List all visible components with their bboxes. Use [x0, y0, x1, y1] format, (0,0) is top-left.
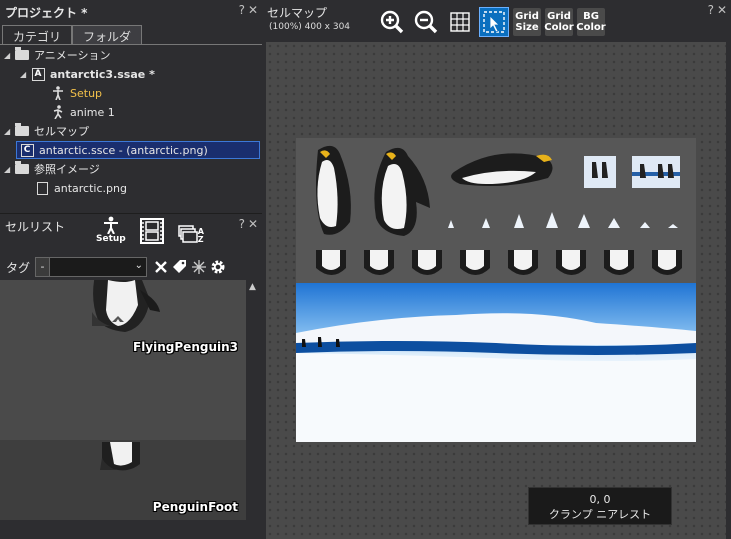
filmstrip-button[interactable] [139, 218, 164, 244]
cell-item[interactable]: FlyingPenguin3 [0, 280, 246, 360]
folder-icon [15, 161, 29, 174]
cell-map-title: セルマップ [267, 6, 328, 20]
cell-item[interactable] [0, 360, 246, 440]
grid-color-button[interactable]: Grid Color [544, 8, 574, 36]
help-icon[interactable]: ? [239, 3, 245, 17]
help-icon[interactable]: ? [708, 3, 714, 17]
grid-icon [450, 12, 470, 32]
anime-figure-icon [50, 105, 66, 119]
status-readout: 0, 0 クランプ ニアレスト [528, 487, 672, 525]
cellmap-file-icon: C [20, 143, 34, 157]
folder-icon [15, 47, 29, 60]
sort-az-button[interactable]: A Z [178, 224, 204, 244]
project-tabs: カテゴリ フォルダ [2, 25, 143, 44]
cell-map-toolbar: Grid Size Grid Color BG Color [377, 7, 606, 37]
tree-item-ssae-file[interactable]: ◢ A antarctic3.ssae * [20, 65, 155, 83]
zoom-out-button[interactable] [411, 7, 441, 37]
gear-icon[interactable] [210, 259, 226, 275]
zoom-in-icon [380, 10, 404, 34]
cell-map-panel: セルマップ ? ✕ (100%) 400 x 304 Grid Size Gri… [262, 0, 731, 539]
zoom-in-button[interactable] [377, 7, 407, 37]
cell-map-canvas[interactable]: 0, 0 クランプ ニアレスト [266, 42, 726, 539]
setup-figure-icon [50, 86, 66, 100]
bg-color-button[interactable]: BG Color [576, 8, 606, 36]
tag-label: タグ [6, 260, 31, 275]
tree-item-setup[interactable]: Setup [50, 84, 102, 102]
close-icon[interactable]: ✕ [248, 217, 258, 231]
filmstrip-icon [139, 218, 164, 244]
animation-file-icon: A [31, 67, 45, 81]
tab-category[interactable]: カテゴリ [2, 25, 73, 44]
grid-toggle-button[interactable] [445, 7, 475, 37]
tree-item-cellmap-folder[interactable]: ◢ セルマップ [4, 122, 89, 140]
setup-button[interactable]: Setup [96, 216, 126, 244]
status-filter-mode: クランプ ニアレスト [548, 508, 652, 521]
help-icon[interactable]: ? [239, 217, 245, 231]
tree-item-png-file[interactable]: antarctic.png [34, 179, 127, 197]
folder-icon [15, 123, 29, 136]
tag-select[interactable]: - ⌄ [35, 257, 148, 277]
tree-item-reference-folder[interactable]: ◢ 参照イメージ [4, 160, 100, 178]
close-icon[interactable]: ✕ [717, 3, 727, 17]
select-cell-button[interactable] [479, 7, 509, 37]
zoom-out-icon [414, 10, 438, 34]
sparkle-icon[interactable] [191, 259, 207, 275]
tag-select-value: - [36, 258, 51, 276]
penguin-sprites [316, 145, 682, 275]
setup-figure-icon [103, 216, 118, 234]
project-panel-header: プロジェクト * ? ✕ [0, 0, 262, 22]
select-cursor-icon [483, 11, 505, 33]
tag-icon[interactable] [172, 259, 188, 275]
project-panel: プロジェクト * ? ✕ カテゴリ フォルダ ◢ アニメーション ◢ A anta… [0, 0, 262, 213]
cell-list-title: セルリスト [5, 220, 66, 234]
clear-tag-icon[interactable] [153, 259, 169, 275]
cell-name: PenguinFoot [152, 500, 238, 514]
cell-name: FlyingPenguin3 [133, 340, 238, 354]
cell-item[interactable]: PenguinFoot [0, 440, 246, 520]
cell-list-panel: セルリスト ? ✕ Setup A Z タグ - ⌄ FlyingPenguin… [0, 214, 262, 539]
texture-sheet[interactable] [296, 138, 696, 442]
chevron-down-icon: ⌄ [134, 260, 144, 271]
tree-item-animation-folder[interactable]: ◢ アニメーション [4, 46, 111, 64]
scroll-up-icon[interactable]: ▲ [249, 282, 256, 292]
cell-list-toolbar: Setup A Z [96, 216, 204, 244]
project-tree: ◢ アニメーション ◢ A antarctic3.ssae * Setup ani… [0, 44, 262, 213]
cell-thumbnail-list: FlyingPenguin3 PenguinFoot [0, 280, 246, 539]
tag-filter-row: タグ - ⌄ [0, 256, 262, 278]
image-file-icon [36, 181, 48, 195]
cell-map-info: (100%) 400 x 304 [269, 22, 351, 32]
project-panel-title: プロジェクト * [5, 6, 88, 20]
sort-stack-icon [178, 225, 198, 243]
grid-size-button[interactable]: Grid Size [513, 8, 541, 36]
tree-item-anime1[interactable]: anime 1 [50, 103, 115, 121]
antarctic-scene-image [296, 283, 696, 442]
status-coordinates: 0, 0 [589, 493, 611, 506]
tab-folder[interactable]: フォルダ [72, 25, 143, 44]
tree-item-ssce-file[interactable]: C antarctic.ssce - (antarctic.png) [16, 141, 260, 159]
cell-list-scrollbar[interactable]: ▲ [246, 280, 262, 539]
close-icon[interactable]: ✕ [248, 3, 258, 17]
